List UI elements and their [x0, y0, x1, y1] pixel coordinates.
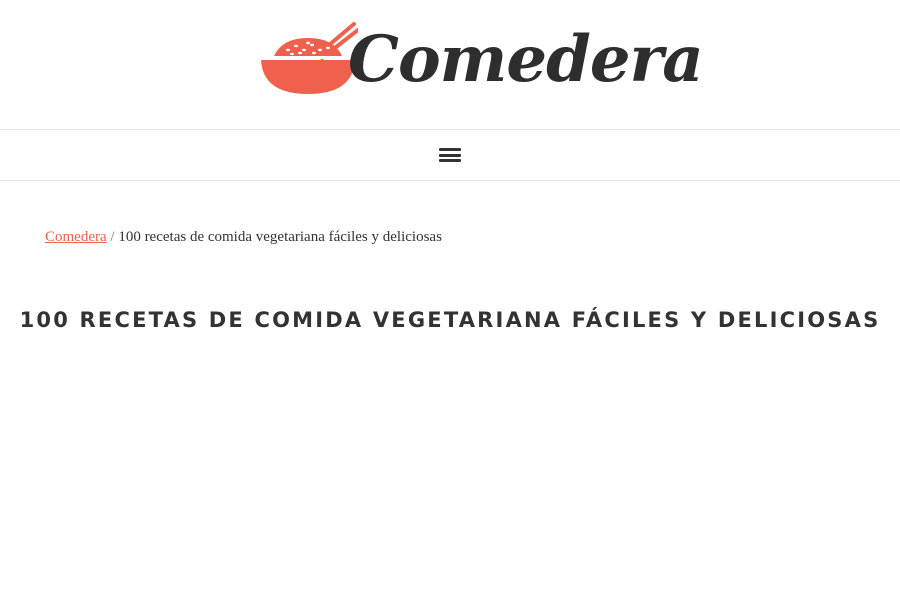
site-header: Comedera: [0, 0, 900, 130]
breadcrumb-current: 100 recetas de comida vegetariana fácile…: [118, 229, 442, 245]
breadcrumb-home-link[interactable]: Comedera: [45, 229, 107, 245]
site-logo-text: Comedera: [348, 22, 704, 97]
page-title: 100 RECETAS DE COMIDA VEGETARIANA FÁCILE…: [19, 308, 881, 332]
breadcrumb-separator: /: [110, 229, 115, 245]
hamburger-menu-icon[interactable]: [439, 148, 461, 162]
breadcrumb: Comedera / 100 recetas de comida vegetar…: [45, 227, 442, 247]
site-logo-link[interactable]: Comedera: [258, 20, 704, 98]
rice-bowl-chopsticks-icon: [260, 22, 358, 94]
main-navigation: [0, 130, 900, 181]
